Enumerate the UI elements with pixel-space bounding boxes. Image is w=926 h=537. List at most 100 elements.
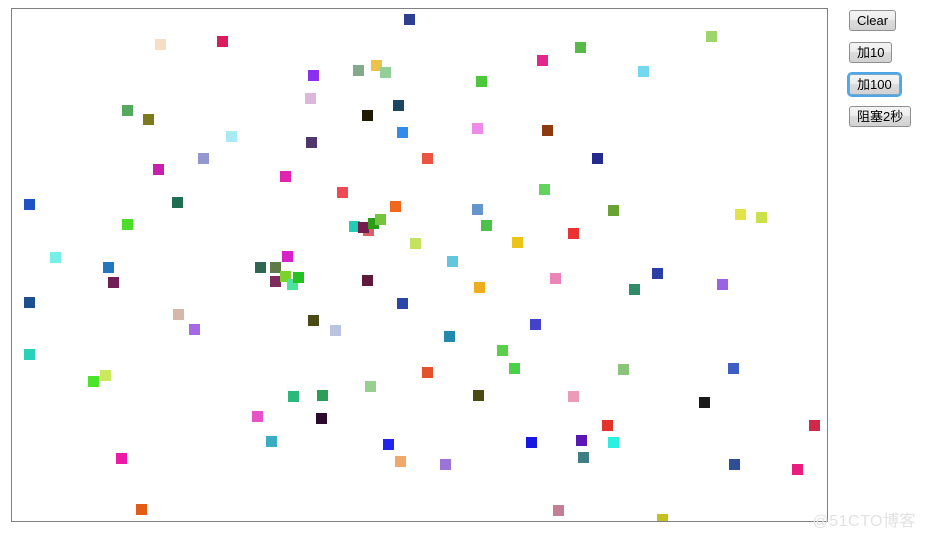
color-square [397, 298, 408, 309]
color-square [50, 252, 61, 263]
color-square [473, 390, 484, 401]
color-square [553, 505, 564, 516]
color-square [618, 364, 629, 375]
color-square [602, 420, 613, 431]
color-square [657, 514, 668, 521]
color-square [305, 93, 316, 104]
add10-button[interactable]: 加10 [849, 42, 893, 63]
watermark: @51CTO博客 [812, 513, 916, 530]
color-square [24, 297, 35, 308]
color-square [756, 212, 767, 223]
color-square [362, 110, 373, 121]
color-square [226, 131, 237, 142]
color-square [410, 238, 421, 249]
color-square [395, 456, 406, 467]
color-square [306, 137, 317, 148]
color-square [629, 284, 640, 295]
color-square [474, 282, 485, 293]
color-square [706, 31, 717, 42]
color-square [383, 439, 394, 450]
color-square [717, 279, 728, 290]
color-square [699, 397, 710, 408]
color-square [526, 437, 537, 448]
color-square [88, 376, 99, 387]
color-square [638, 66, 649, 77]
color-square [122, 219, 133, 230]
color-square [476, 76, 487, 87]
color-square [568, 228, 579, 239]
color-square [792, 464, 803, 475]
color-square [652, 268, 663, 279]
color-square [122, 105, 133, 116]
color-square [608, 437, 619, 448]
app-root: Clear 加10 加100 阻塞2秒 @51CTO博客 [0, 0, 926, 537]
color-square [575, 42, 586, 53]
color-square [472, 204, 483, 215]
color-square [592, 153, 603, 164]
color-square [530, 319, 541, 330]
color-square [317, 390, 328, 401]
color-square [568, 391, 579, 402]
color-square [539, 184, 550, 195]
color-square [288, 391, 299, 402]
color-square [390, 201, 401, 212]
color-square [444, 331, 455, 342]
color-square [255, 262, 266, 273]
color-square [24, 349, 35, 360]
color-square [308, 315, 319, 326]
color-square [729, 459, 740, 470]
color-square [440, 459, 451, 470]
color-square [280, 171, 291, 182]
color-square [153, 164, 164, 175]
color-square [550, 273, 561, 284]
color-square [155, 39, 166, 50]
color-square [472, 123, 483, 134]
color-square [447, 256, 458, 267]
color-square [537, 55, 548, 66]
color-square [397, 127, 408, 138]
color-square [143, 114, 154, 125]
color-square [497, 345, 508, 356]
color-square [404, 14, 415, 25]
color-square [189, 324, 200, 335]
add100-button[interactable]: 加100 [847, 72, 902, 97]
color-square [198, 153, 209, 164]
color-square [512, 237, 523, 248]
color-square [509, 363, 520, 374]
color-square [266, 436, 277, 447]
color-square [252, 411, 263, 422]
color-square [172, 197, 183, 208]
color-square [24, 199, 35, 210]
button-column: Clear 加10 加100 阻塞2秒 [847, 10, 919, 138]
color-square [330, 325, 341, 336]
clear-button[interactable]: Clear [849, 10, 897, 31]
color-square [542, 125, 553, 136]
color-square [136, 504, 147, 515]
color-square [217, 36, 228, 47]
color-square [735, 209, 746, 220]
color-square [576, 435, 587, 446]
color-square [380, 67, 391, 78]
color-square [337, 187, 348, 198]
square-canvas[interactable] [11, 8, 828, 522]
color-square [365, 381, 376, 392]
color-square [481, 220, 492, 231]
color-square [578, 452, 589, 463]
color-square [308, 70, 319, 81]
color-square [375, 214, 386, 225]
color-square [108, 277, 119, 288]
color-square [393, 100, 404, 111]
color-square [103, 262, 114, 273]
color-square [293, 272, 304, 283]
color-square [809, 420, 820, 431]
color-square [116, 453, 127, 464]
block2-button[interactable]: 阻塞2秒 [849, 106, 912, 127]
color-square [173, 309, 184, 320]
color-square [282, 251, 293, 262]
color-square [100, 370, 111, 381]
color-square [728, 363, 739, 374]
color-square [422, 367, 433, 378]
color-square [608, 205, 619, 216]
color-square [362, 275, 373, 286]
color-square [316, 413, 327, 424]
